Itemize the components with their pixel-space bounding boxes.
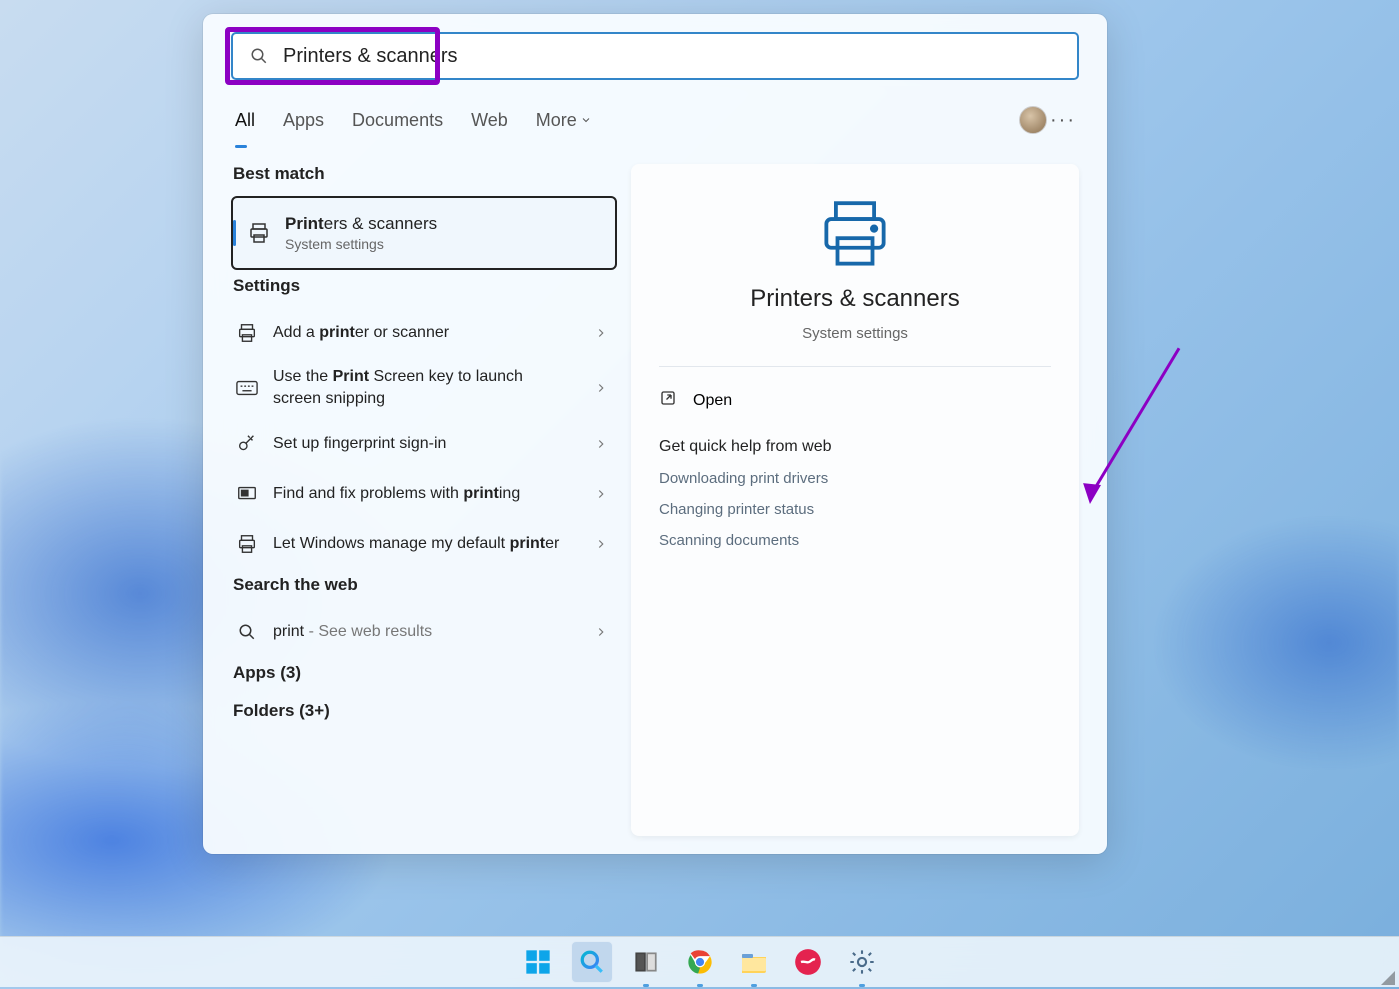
best-match-title: Printers & scanners	[285, 214, 437, 234]
divider	[659, 366, 1051, 367]
filter-tabs: All Apps Documents Web More ···	[231, 98, 1079, 142]
best-match-subtitle: System settings	[285, 236, 437, 252]
taskbar	[0, 936, 1399, 987]
section-apps[interactable]: Apps (3)	[233, 663, 617, 683]
best-match-item[interactable]: Printers & scanners System settings	[231, 196, 617, 270]
section-best-match: Best match	[233, 164, 617, 184]
help-header: Get quick help from web	[659, 438, 1051, 456]
setting-fingerprint[interactable]: Set up fingerprint sign-in	[231, 419, 617, 469]
detail-pane: Printers & scanners System settings Open…	[631, 164, 1079, 836]
setting-default-printer[interactable]: Let Windows manage my default printer	[231, 519, 617, 569]
printer-icon	[235, 532, 259, 556]
section-settings: Settings	[233, 276, 617, 296]
chevron-down-icon	[580, 114, 592, 126]
annotation-arrow	[1090, 348, 1180, 495]
task-view-button[interactable]	[625, 941, 667, 983]
open-action[interactable]: Open	[659, 385, 1051, 416]
chevron-right-icon	[589, 321, 613, 345]
detail-subtitle: System settings	[802, 325, 908, 342]
tab-web[interactable]: Web	[457, 98, 522, 142]
printer-icon	[816, 200, 894, 275]
detail-title: Printers & scanners	[750, 285, 959, 313]
help-link-scanning[interactable]: Scanning documents	[659, 532, 1051, 549]
setting-add-printer[interactable]: Add a printer or scanner	[231, 308, 617, 358]
troubleshoot-icon	[235, 482, 259, 506]
chevron-right-icon	[589, 432, 613, 456]
file-explorer-icon[interactable]	[733, 941, 775, 983]
more-options-icon[interactable]: ···	[1047, 109, 1079, 132]
tab-more[interactable]: More	[522, 98, 606, 142]
section-folders[interactable]: Folders (3+)	[233, 701, 617, 721]
annotation-arrow-head	[1081, 483, 1101, 505]
chevron-right-icon	[589, 620, 613, 644]
search-input[interactable]	[283, 45, 1063, 68]
taskbar-search-button[interactable]	[571, 941, 613, 983]
open-icon	[659, 389, 677, 412]
chevron-right-icon	[589, 532, 613, 556]
avatar[interactable]	[1019, 106, 1047, 134]
setting-troubleshoot-printing[interactable]: Find and fix problems with printing	[231, 469, 617, 519]
tab-apps[interactable]: Apps	[269, 98, 338, 142]
web-search-item[interactable]: print - See web results	[231, 607, 617, 657]
keyboard-icon	[235, 376, 259, 400]
setting-print-screen-key[interactable]: Use the Print Screen key to launch scree…	[231, 358, 617, 419]
tab-all[interactable]: All	[231, 98, 269, 142]
printer-icon	[235, 321, 259, 345]
printer-icon	[247, 221, 271, 245]
app-icon[interactable]	[787, 941, 829, 983]
chevron-right-icon	[589, 482, 613, 506]
help-link-drivers[interactable]: Downloading print drivers	[659, 470, 1051, 487]
help-link-status[interactable]: Changing printer status	[659, 501, 1051, 518]
results-column: Best match Printers & scanners System se…	[231, 164, 617, 836]
search-bar[interactable]	[231, 32, 1079, 80]
search-panel: All Apps Documents Web More ··· Best mat…	[203, 14, 1107, 854]
section-search-web: Search the web	[233, 575, 617, 595]
chrome-icon[interactable]	[679, 941, 721, 983]
resize-handle-icon	[1381, 971, 1395, 985]
tab-documents[interactable]: Documents	[338, 98, 457, 142]
search-icon	[247, 44, 271, 68]
settings-icon[interactable]	[841, 941, 883, 983]
start-button[interactable]	[517, 941, 559, 983]
chevron-right-icon	[589, 376, 613, 400]
search-icon	[235, 620, 259, 644]
key-icon	[235, 432, 259, 456]
